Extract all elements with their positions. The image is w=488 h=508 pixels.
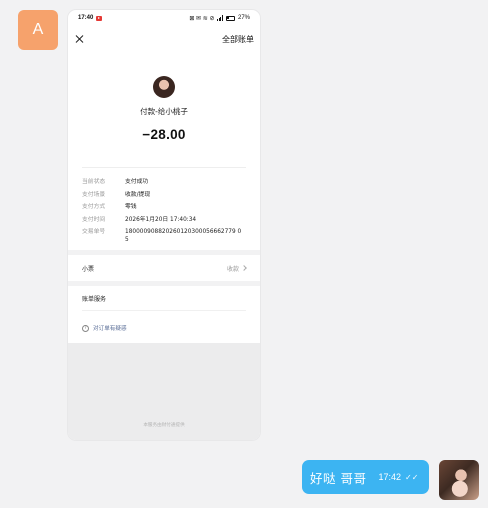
- battery-icon: [225, 15, 235, 21]
- battery-percent: 27%: [237, 15, 250, 21]
- footer-note: 本服务由财付通提供: [143, 423, 185, 428]
- detail-value: 支付成功: [125, 179, 149, 185]
- detail-value: 180000908820260120300056662779 05: [125, 229, 242, 244]
- detail-row: 支付时间 2026年1月20日 17:40:34: [82, 216, 246, 224]
- payment-screenshot-image[interactable]: 17:40 ⊠ ✉ ≋ ⊘ 27% 全部账单 付款-给小桃子 −28.00 当前…: [68, 10, 260, 440]
- payment-details: 当前状态 支付成功 支付场景 收款/提现 支付方式 零钱 支付时间 2026年1…: [68, 157, 260, 244]
- payee-avatar: [153, 76, 175, 98]
- chevron-right-icon: [241, 265, 247, 272]
- detail-label: 交易单号: [82, 229, 106, 236]
- contact-avatar[interactable]: A: [18, 10, 58, 50]
- status-icons: ⊠ ✉ ≋ ⊘: [189, 15, 215, 22]
- note-value: 收款: [226, 265, 239, 273]
- detail-label: 支付场景: [82, 191, 106, 198]
- order-question-link: ? 对订单有疑惑: [68, 311, 260, 337]
- payee-name: 付款-给小桃子: [140, 107, 188, 116]
- detail-label: 支付方式: [82, 204, 106, 211]
- phone-status-bar: 17:40 ⊠ ✉ ≋ ⊘ 27%: [68, 10, 260, 26]
- detail-value: 零钱: [125, 204, 137, 211]
- close-icon: [74, 34, 84, 44]
- screen-record-icon: [96, 15, 103, 21]
- divider: [82, 167, 246, 168]
- message-time: 17:42: [378, 472, 402, 482]
- detail-value: 收款/提现: [125, 191, 151, 198]
- note-label: 小票: [82, 265, 95, 273]
- detail-row: 交易单号 180000908820260120300056662779 05: [82, 228, 246, 244]
- detail-value: 2026年1月20日 17:40:34: [125, 216, 197, 223]
- read-check-icon: ✓✓: [405, 472, 419, 482]
- all-bills-link: 全部账单: [222, 34, 254, 44]
- status-time: 17:40: [78, 15, 94, 21]
- bill-service-title: 账单服务: [82, 296, 107, 304]
- note-row: 小票 收款: [68, 255, 260, 281]
- my-avatar[interactable]: [439, 460, 479, 500]
- detail-label: 支付时间: [82, 216, 106, 223]
- order-question-label: 对订单有疑惑: [93, 326, 127, 333]
- sent-message-bubble[interactable]: 好哒 哥哥 17:42 ✓✓: [302, 460, 429, 494]
- question-icon: ?: [82, 324, 89, 332]
- bill-navbar: 全部账单: [68, 26, 260, 52]
- signal-icon: [217, 15, 223, 21]
- detail-row: 当前状态 支付成功: [82, 178, 246, 186]
- detail-label: 当前状态: [82, 179, 106, 185]
- detail-row: 支付方式 零钱: [82, 203, 246, 211]
- message-text: 好哒 哥哥: [310, 470, 367, 486]
- payment-amount: −28.00: [142, 127, 186, 142]
- detail-row: 支付场景 收款/提现: [82, 191, 246, 199]
- blank-area: 本服务由财付通提供: [68, 343, 260, 440]
